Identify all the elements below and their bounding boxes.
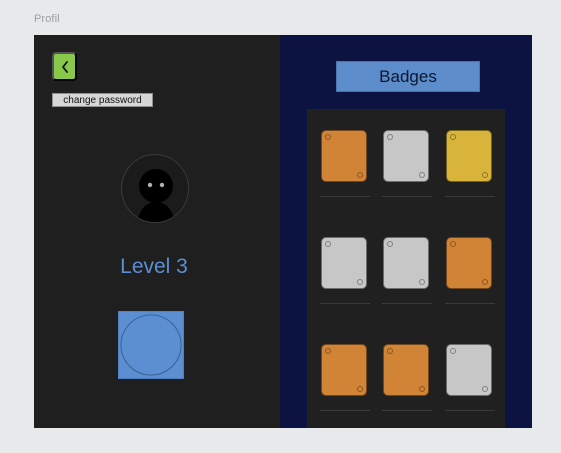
avatar <box>121 154 189 223</box>
badge-underline <box>382 196 432 197</box>
badge-icon[interactable] <box>446 237 492 289</box>
badge-underline <box>320 410 370 411</box>
badge-underline <box>382 410 432 411</box>
badge-underline <box>445 196 495 197</box>
chevron-left-icon <box>60 60 70 74</box>
badge-icon[interactable] <box>321 237 367 289</box>
badge-icon[interactable] <box>321 130 367 182</box>
badge-icon[interactable] <box>383 237 429 289</box>
badge-icon[interactable] <box>446 130 492 182</box>
badge-icon[interactable] <box>446 344 492 396</box>
level-label: Level 3 <box>120 255 188 278</box>
badge-icon[interactable] <box>383 130 429 182</box>
badge-underline <box>445 410 495 411</box>
badge-underline <box>382 303 432 304</box>
badge-underline <box>445 303 495 304</box>
badge-icon[interactable] <box>321 344 367 396</box>
badge-icon[interactable] <box>383 344 429 396</box>
badges-grid <box>307 109 505 428</box>
profile-panel: change password Level 3 <box>34 35 280 428</box>
badge-underline <box>320 196 370 197</box>
change-password-button[interactable]: change password <box>52 93 153 107</box>
user-avatar-icon <box>123 156 188 222</box>
profile-screen: change password Level 3 Badges <box>34 35 532 428</box>
window-title: Profil <box>34 13 60 25</box>
badges-title: Badges <box>336 61 480 92</box>
level-badge <box>118 311 184 379</box>
level-badge-icon <box>119 312 183 378</box>
badge-underline <box>320 303 370 304</box>
back-button[interactable] <box>52 52 77 81</box>
